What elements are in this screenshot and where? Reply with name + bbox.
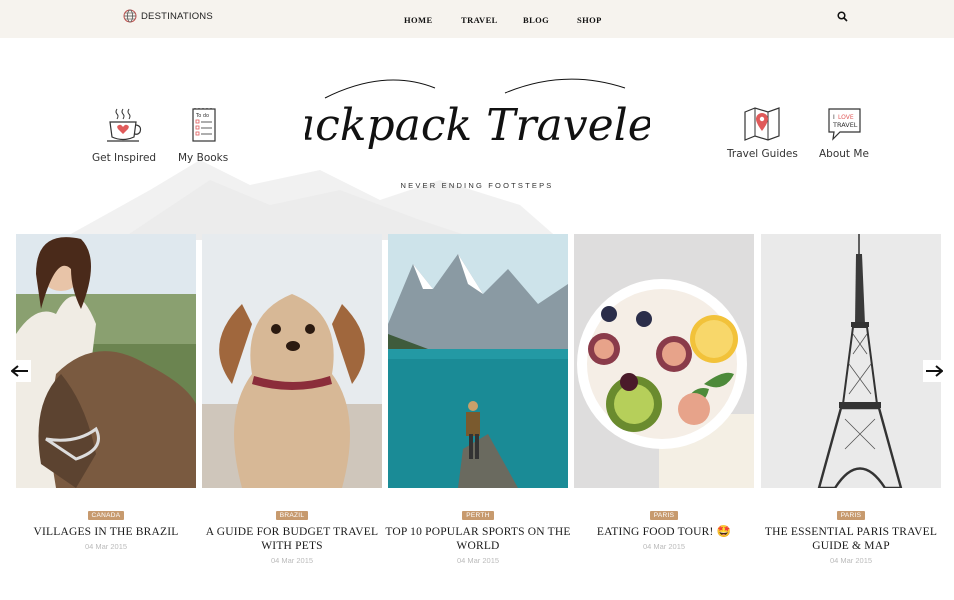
svg-text:LOVE: LOVE [838, 114, 854, 121]
arrow-right-icon [926, 365, 943, 377]
my-books-label: My Books [178, 152, 229, 164]
arrow-left-icon [11, 365, 28, 377]
globe-icon [123, 9, 137, 23]
search-icon[interactable] [837, 11, 848, 22]
post-title[interactable]: EATING FOOD TOUR! 🤩 [571, 525, 757, 539]
post-image-mountain-lake[interactable] [388, 234, 568, 488]
svg-text:TRAVEL: TRAVEL [832, 121, 858, 129]
nav-blog[interactable]: BLOG [523, 15, 549, 25]
travel-guides-label: Travel Guides [727, 148, 798, 160]
category-badge[interactable]: BRAZIL [275, 511, 309, 520]
svg-text:I: I [833, 114, 835, 121]
post-date: 04 Mar 2015 [456, 556, 500, 565]
post-caption: CANADA VILLAGES IN THE BRAZIL 04 Mar 201… [13, 504, 199, 551]
category-badge[interactable]: CANADA [87, 511, 125, 520]
speech-bubble-icon: I LOVE TRAVEL [828, 108, 861, 141]
get-inspired-label: Get Inspired [92, 152, 157, 164]
nav-shop[interactable]: SHOP [577, 15, 602, 25]
post-image-eiffel-tower[interactable] [761, 234, 941, 488]
post-image-girl-with-donkey[interactable] [16, 234, 196, 488]
slider-prev-button[interactable] [9, 360, 31, 382]
nav-travel[interactable]: TRAVEL [461, 15, 498, 25]
post-title[interactable]: VILLAGES IN THE BRAZIL [13, 525, 199, 539]
slider-next-button[interactable] [923, 360, 945, 382]
post-title[interactable]: THE ESSENTIAL PARIS TRAVEL GUIDE & MAP [758, 525, 944, 553]
post-caption: PARIS EATING FOOD TOUR! 🤩 04 Mar 2015 [571, 504, 757, 551]
my-books-link[interactable]: To do My Books [178, 106, 228, 164]
post-caption: BRAZIL A GUIDE FOR BUDGET TRAVEL WITH PE… [199, 504, 385, 565]
get-inspired-link[interactable]: Get Inspired [92, 106, 156, 164]
notebook-icon: To do [192, 108, 216, 142]
category-badge[interactable]: PARIS [649, 511, 679, 520]
post-image-fruit-bowl[interactable] [574, 234, 754, 488]
post-caption: PERTH TOP 10 POPULAR SPORTS ON THE WORLD… [385, 504, 571, 565]
top-bar: DESTINATIONS HOME TRAVEL BLOG SHOP [0, 0, 954, 38]
map-pin-icon [744, 107, 781, 141]
category-badge[interactable]: PERTH [462, 511, 494, 520]
nav-home[interactable]: HOME [404, 15, 433, 25]
category-badge[interactable]: PARIS [836, 511, 866, 520]
travel-guides-link[interactable]: Travel Guides [727, 104, 798, 160]
svg-text:To do: To do [195, 113, 209, 119]
destinations-label: DESTINATIONS [141, 10, 213, 22]
post-date: 04 Mar 2015 [84, 542, 128, 551]
destinations-link[interactable]: DESTINATIONS [123, 9, 213, 23]
tagline: NEVER ENDING FOOTSTEPS [400, 181, 554, 190]
site-logo[interactable]: Backpack Travelers [305, 68, 650, 178]
post-image-spaniel-dog[interactable] [202, 234, 382, 488]
coffee-cup-icon [107, 108, 142, 142]
about-me-link[interactable]: I LOVE TRAVEL About Me [819, 104, 869, 160]
post-title[interactable]: TOP 10 POPULAR SPORTS ON THE WORLD [385, 525, 571, 553]
post-date: 04 Mar 2015 [642, 542, 686, 551]
post-date: 04 Mar 2015 [270, 556, 314, 565]
post-caption: PARIS THE ESSENTIAL PARIS TRAVEL GUIDE &… [758, 504, 944, 565]
post-title[interactable]: A GUIDE FOR BUDGET TRAVEL WITH PETS [199, 525, 385, 553]
about-me-label: About Me [819, 148, 869, 160]
logo-text: Backpack Travelers [305, 100, 650, 151]
post-date: 04 Mar 2015 [829, 556, 873, 565]
